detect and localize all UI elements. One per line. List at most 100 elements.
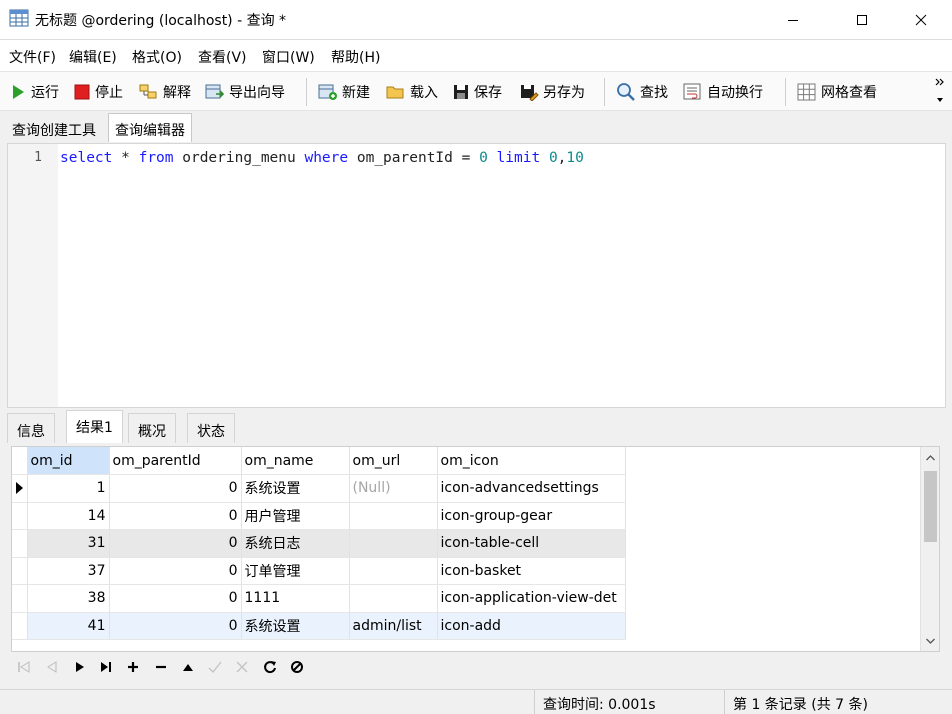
tab-query-editor[interactable]: 查询编辑器 — [108, 113, 192, 142]
sql-editor[interactable]: 1 select * from ordering_menu where om_p… — [7, 143, 946, 408]
cell-om-url[interactable] — [349, 529, 438, 558]
new-button[interactable]: 新建 — [318, 78, 370, 106]
cell-om-name[interactable]: 系统设置 — [241, 612, 350, 640]
menu-format[interactable]: 格式(O) — [132, 47, 182, 67]
row-indicator[interactable] — [12, 474, 28, 503]
load-button[interactable]: 载入 — [386, 78, 438, 106]
run-label: 运行 — [31, 85, 59, 101]
column-header-om-url[interactable]: om_url — [349, 447, 438, 475]
cell-om-name[interactable]: 用户管理 — [241, 502, 350, 530]
cell-om-id[interactable]: 31 — [27, 529, 110, 558]
tab-info[interactable]: 信息 — [7, 413, 55, 443]
cell-om-icon[interactable]: icon-application-view-det — [437, 584, 626, 613]
find-label: 查找 — [640, 85, 668, 101]
cell-om-name[interactable]: 1111 — [241, 584, 350, 613]
delete-record-button[interactable] — [152, 658, 170, 676]
table-row[interactable]: 38 0 1111 icon-application-view-det — [12, 584, 626, 613]
vertical-scrollbar[interactable] — [920, 447, 939, 651]
word-wrap-button[interactable]: 自动换行 — [683, 78, 763, 106]
stop-icon — [74, 84, 90, 100]
cell-om-id[interactable]: 14 — [27, 502, 110, 530]
last-record-button[interactable] — [97, 658, 115, 676]
cross-icon — [236, 661, 248, 673]
find-button[interactable]: 查找 — [616, 78, 668, 106]
cell-om-name[interactable]: 系统设置 — [241, 474, 350, 503]
tab-profile[interactable]: 概况 — [128, 413, 176, 443]
column-header-om-icon[interactable]: om_icon — [437, 447, 626, 475]
cell-om-icon[interactable]: icon-table-cell — [437, 529, 626, 558]
close-button[interactable] — [898, 0, 944, 40]
prev-record-button[interactable] — [43, 658, 61, 676]
maximize-button[interactable] — [839, 0, 885, 40]
table-row[interactable]: 31 0 系统日志 icon-table-cell — [12, 529, 626, 558]
cell-om-name[interactable]: 订单管理 — [241, 557, 350, 585]
tab-status[interactable]: 状态 — [187, 413, 235, 443]
export-wizard-label: 导出向导 — [229, 85, 285, 101]
menu-edit[interactable]: 编辑(E) — [69, 47, 117, 67]
cell-om-url[interactable]: (Null) — [349, 474, 438, 503]
edit-record-button[interactable] — [179, 658, 197, 676]
save-button[interactable]: 保存 — [452, 78, 502, 106]
explain-button[interactable]: 解释 — [139, 78, 191, 106]
cell-om-parentid[interactable]: 0 — [109, 474, 242, 503]
cell-om-parentid[interactable]: 0 — [109, 529, 242, 558]
discard-changes-button[interactable] — [233, 658, 251, 676]
toolbar-overflow-button[interactable] — [934, 76, 946, 108]
cell-om-url[interactable] — [349, 502, 438, 530]
cell-om-url[interactable]: admin/list — [349, 612, 438, 640]
cell-om-parentid[interactable]: 0 — [109, 612, 242, 640]
scroll-thumb[interactable] — [924, 471, 937, 542]
cell-om-icon[interactable]: icon-basket — [437, 557, 626, 585]
result-grid[interactable]: om_id om_parentId om_name om_url om_icon… — [11, 446, 940, 652]
table-row[interactable]: 1 0 系统设置 (Null) icon-advancedsettings — [12, 474, 626, 503]
first-record-button[interactable] — [15, 658, 33, 676]
cell-om-parentid[interactable]: 0 — [109, 502, 242, 530]
cell-om-id[interactable]: 1 — [27, 474, 110, 503]
stop-fetch-button[interactable] — [288, 658, 306, 676]
cell-om-id[interactable]: 38 — [27, 584, 110, 613]
row-indicator[interactable] — [12, 557, 28, 585]
sql-code-line[interactable]: select * from ordering_menu where om_par… — [60, 150, 584, 166]
cell-om-id[interactable]: 41 — [27, 612, 110, 640]
cell-om-parentid[interactable]: 0 — [109, 584, 242, 613]
table-row[interactable]: 37 0 订单管理 icon-basket — [12, 557, 626, 585]
row-indicator[interactable] — [12, 584, 28, 613]
tab-result-1[interactable]: 结果1 — [66, 410, 123, 443]
export-wizard-button[interactable]: 导出向导 — [205, 78, 285, 106]
stop-button[interactable]: 停止 — [73, 78, 123, 106]
cell-om-icon[interactable]: icon-group-gear — [437, 502, 626, 530]
grid-view-button[interactable]: 网格查看 — [797, 78, 877, 106]
row-indicator[interactable] — [12, 529, 28, 558]
row-indicator[interactable] — [12, 502, 28, 530]
cell-om-url[interactable] — [349, 584, 438, 613]
table-row[interactable]: 41 0 系统设置 admin/list icon-add — [12, 612, 626, 640]
load-label: 载入 — [410, 85, 438, 101]
run-button[interactable]: 运行 — [9, 78, 59, 106]
refresh-button[interactable] — [261, 658, 279, 676]
cell-om-id[interactable]: 37 — [27, 557, 110, 585]
apply-changes-button[interactable] — [206, 658, 224, 676]
cell-om-icon[interactable]: icon-add — [437, 612, 626, 640]
table-row[interactable]: 14 0 用户管理 icon-group-gear — [12, 502, 626, 530]
cell-om-name[interactable]: 系统日志 — [241, 529, 350, 558]
menu-file[interactable]: 文件(F) — [9, 47, 56, 67]
cell-om-url[interactable] — [349, 557, 438, 585]
tab-query-builder[interactable]: 查询创建工具 — [5, 113, 103, 142]
first-record-icon — [18, 661, 30, 673]
column-header-om-name[interactable]: om_name — [241, 447, 350, 475]
cell-om-icon[interactable]: icon-advancedsettings — [437, 474, 626, 503]
cell-om-parentid[interactable]: 0 — [109, 557, 242, 585]
menu-view[interactable]: 查看(V) — [198, 47, 247, 67]
row-indicator[interactable] — [12, 612, 28, 640]
next-record-button[interactable] — [71, 658, 89, 676]
add-record-button[interactable] — [124, 658, 142, 676]
scroll-up-icon[interactable] — [926, 455, 935, 461]
column-header-om-parentid[interactable]: om_parentId — [109, 447, 242, 475]
menu-help[interactable]: 帮助(H) — [331, 47, 380, 67]
save-as-button[interactable]: 另存为 — [519, 78, 585, 106]
scroll-down-icon[interactable] — [926, 638, 935, 644]
column-header-om-id[interactable]: om_id — [27, 447, 110, 475]
minimize-button[interactable] — [770, 0, 816, 40]
current-row-arrow-icon — [16, 482, 23, 495]
menu-window[interactable]: 窗口(W) — [262, 47, 315, 67]
